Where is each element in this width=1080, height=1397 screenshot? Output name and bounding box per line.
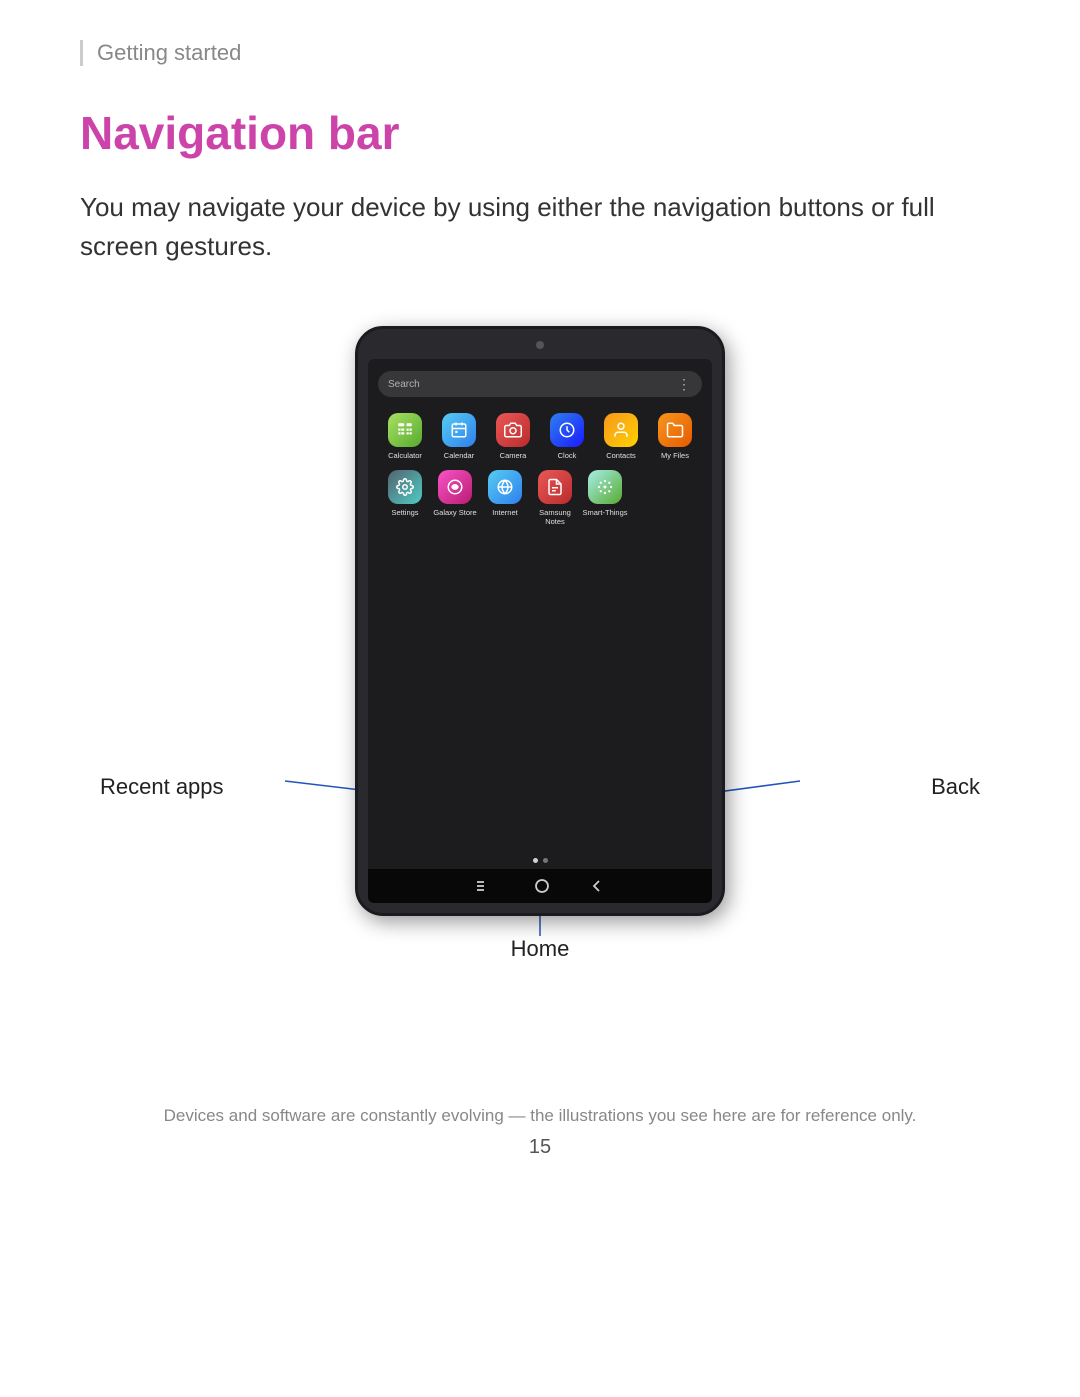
clock-app-icon <box>550 413 584 447</box>
recent-apps-label: Recent apps <box>100 774 224 800</box>
app-grid: Calculator Calendar <box>368 407 712 542</box>
app-row-1: Calculator Calendar <box>378 413 702 460</box>
page-description: You may navigate your device by using ei… <box>80 188 980 266</box>
app-label-internet: Internet <box>492 508 517 517</box>
app-label-smart-things: Smart-Things <box>582 508 627 517</box>
list-item: Settings <box>380 470 430 526</box>
myfiles-icon <box>658 413 692 447</box>
tablet-device: Search ⋮ Calculator <box>355 326 725 916</box>
tablet-screen: Search ⋮ Calculator <box>368 359 712 903</box>
page-dot-2 <box>543 858 548 863</box>
tablet-search-menu: ⋮ <box>677 376 692 393</box>
app-label-contacts: Contacts <box>606 451 636 460</box>
samsung-notes-icon <box>538 470 572 504</box>
galaxy-store-icon <box>438 470 472 504</box>
app-label-calendar: Calendar <box>444 451 474 460</box>
calculator-icon <box>388 413 422 447</box>
list-item: Calendar <box>434 413 484 460</box>
list-item: Internet <box>480 470 530 526</box>
internet-icon <box>488 470 522 504</box>
back-nav-button <box>590 879 604 893</box>
footer-text: Devices and software are constantly evol… <box>80 1086 1000 1126</box>
tablet-nav-bar <box>368 869 712 903</box>
tablet-camera <box>536 341 544 349</box>
page-dot-1 <box>533 858 538 863</box>
breadcrumb-text: Getting started <box>97 40 241 65</box>
callout-area: Search ⋮ Calculator <box>90 326 990 966</box>
tablet-search-bar: Search ⋮ <box>378 371 702 397</box>
app-label-samsung-notes: Samsung Notes <box>530 508 580 526</box>
settings-icon <box>388 470 422 504</box>
app-label-myfiles: My Files <box>661 451 689 460</box>
app-label-galaxy-store: Galaxy Store <box>433 508 476 517</box>
list-item: Contacts <box>596 413 646 460</box>
tablet-device-wrapper: Search ⋮ Calculator <box>355 326 725 916</box>
list-item: Clock <box>542 413 592 460</box>
page-title: Navigation bar <box>80 106 1000 160</box>
app-label-calculator: Calculator <box>388 451 422 460</box>
app-label-settings: Settings <box>391 508 418 517</box>
tablet-side-button <box>722 449 725 499</box>
list-item: Samsung Notes <box>530 470 580 526</box>
back-label: Back <box>931 774 980 800</box>
camera-icon <box>496 413 530 447</box>
diagram-container: Search ⋮ Calculator <box>90 326 990 966</box>
home-label: Home <box>511 936 570 962</box>
smart-things-icon <box>588 470 622 504</box>
list-item: Smart-Things <box>580 470 630 526</box>
app-row-2: Settings Galaxy Store <box>378 470 702 526</box>
page-dots <box>368 858 712 863</box>
breadcrumb: Getting started <box>80 40 1000 66</box>
calendar-icon <box>442 413 476 447</box>
home-nav-button <box>534 878 550 894</box>
tablet-search-text: Search <box>388 379 420 390</box>
contacts-icon <box>604 413 638 447</box>
app-label-clock: Clock <box>558 451 577 460</box>
page-number: 15 <box>80 1136 1000 1159</box>
app-label-camera: Camera <box>500 451 527 460</box>
list-item: My Files <box>650 413 700 460</box>
list-item: Calculator <box>380 413 430 460</box>
recent-apps-nav-button <box>476 880 494 892</box>
list-item: Galaxy Store <box>430 470 480 526</box>
list-item: Camera <box>488 413 538 460</box>
